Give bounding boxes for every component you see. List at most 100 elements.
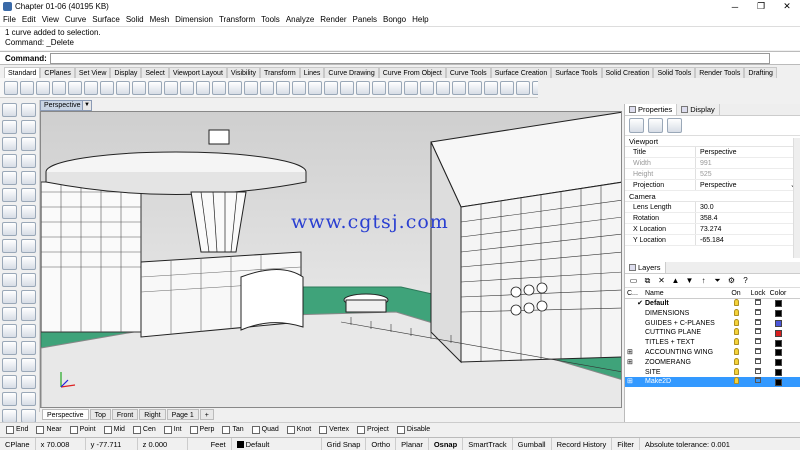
tab-curve-from-object[interactable]: Curve From Object — [378, 67, 446, 78]
mirror-icon[interactable] — [21, 341, 36, 355]
save-icon[interactable] — [36, 80, 50, 95]
menu-view[interactable]: View — [42, 15, 59, 24]
checkbox[interactable] — [6, 425, 14, 434]
tab-solid-tools[interactable]: Solid Tools — [653, 67, 696, 78]
osnap-cen[interactable]: Cen — [132, 425, 156, 434]
tab-properties[interactable]: Properties — [625, 104, 678, 115]
render-icon[interactable] — [667, 118, 682, 133]
circle-icon[interactable] — [2, 154, 17, 168]
render-sphere-icon[interactable] — [484, 80, 498, 95]
leader-icon[interactable] — [21, 375, 36, 389]
layer-lock-toggle[interactable] — [747, 328, 769, 338]
tab-select[interactable]: Select — [141, 67, 169, 78]
section-camera[interactable]: Camera — [625, 191, 800, 202]
chevron-down-icon[interactable]: ▼ — [82, 101, 91, 110]
sun-icon[interactable] — [516, 80, 530, 95]
tab-cplanes[interactable]: CPlanes — [40, 67, 75, 78]
tab-curve-drawing[interactable]: Curve Drawing — [324, 67, 379, 78]
current-slot[interactable] — [635, 377, 645, 387]
layer-color[interactable] — [769, 377, 787, 387]
analyze-icon[interactable] — [21, 409, 36, 423]
checkbox[interactable] — [319, 425, 328, 434]
layer-lock-toggle[interactable] — [747, 367, 769, 378]
scale-icon[interactable] — [2, 341, 17, 355]
toggle-grid-snap[interactable]: Grid Snap — [322, 437, 367, 450]
freeform-icon[interactable] — [21, 137, 36, 151]
toggle-osnap[interactable]: Osnap — [429, 437, 464, 450]
tab-surface-creation[interactable]: Surface Creation — [490, 67, 552, 78]
menu-tools[interactable]: Tools — [261, 15, 280, 24]
layer-color[interactable] — [769, 348, 787, 358]
boolean-union-icon[interactable] — [2, 239, 17, 253]
new-layer-icon[interactable]: ▭ — [628, 275, 639, 286]
layer-on-toggle[interactable] — [725, 299, 747, 309]
layer-on-toggle[interactable] — [725, 347, 747, 358]
prop-value[interactable]: 358.4 — [695, 213, 800, 223]
zoom-extents-icon[interactable] — [228, 80, 242, 95]
move-icon[interactable] — [21, 307, 36, 321]
prop-value[interactable]: -65.184 — [695, 235, 800, 245]
tab-lines[interactable]: Lines — [299, 67, 325, 78]
properties-scrollbar[interactable] — [793, 138, 800, 258]
layer-icon[interactable] — [340, 80, 354, 95]
current-slot[interactable] — [635, 328, 645, 338]
layer-lock-toggle[interactable] — [747, 357, 769, 368]
checkbox[interactable] — [396, 425, 405, 434]
layer-row-make2d[interactable]: ⊞ Make2D — [625, 377, 800, 388]
perspective-viewport[interactable]: www.cgtsj.com — [40, 111, 622, 408]
tab-display[interactable]: Display — [677, 104, 720, 115]
checkbox[interactable] — [103, 425, 112, 434]
layer-lock-toggle[interactable] — [747, 338, 769, 348]
current-layer[interactable]: Default — [232, 437, 322, 450]
checkbox[interactable] — [357, 425, 366, 434]
paste-icon[interactable] — [116, 80, 130, 95]
copy-icon[interactable] — [2, 324, 17, 338]
layer-lock-toggle[interactable] — [747, 347, 769, 358]
close-icon[interactable]: ✕ — [774, 0, 800, 13]
osnap-disable[interactable]: Disable — [396, 425, 430, 434]
prop-value[interactable]: 73.274 — [695, 224, 800, 234]
units-label[interactable]: Feet — [188, 437, 232, 450]
tab-solid-creation[interactable]: Solid Creation — [601, 67, 654, 78]
tab-surface-tools[interactable]: Surface Tools — [551, 67, 602, 78]
help-icon[interactable]: ? — [740, 275, 751, 286]
expand-icon[interactable] — [625, 299, 635, 309]
gear-icon[interactable] — [532, 80, 538, 95]
current-slot[interactable] — [635, 358, 645, 368]
tab-render-tools[interactable]: Render Tools — [695, 67, 745, 78]
osnap-project[interactable]: Project — [357, 425, 389, 434]
arrow-down-icon[interactable]: ▼ — [684, 275, 695, 286]
grid-icon[interactable] — [292, 80, 306, 95]
checkbox[interactable] — [36, 425, 45, 434]
layer-color[interactable] — [769, 358, 787, 368]
toggle-ortho[interactable]: Ortho — [366, 437, 397, 450]
group-icon[interactable] — [2, 409, 17, 423]
expand-icon[interactable] — [625, 328, 635, 338]
col-on[interactable]: On — [725, 288, 747, 298]
toggle-gumball[interactable]: Gumball — [513, 437, 552, 450]
viewport-tab-right[interactable]: Right — [139, 409, 166, 420]
menu-dimension[interactable]: Dimension — [175, 15, 213, 24]
tab-drafting[interactable]: Drafting — [744, 67, 777, 78]
layer-color[interactable] — [769, 319, 787, 329]
layer-lock-toggle[interactable] — [747, 318, 769, 329]
layer-row-default[interactable]: ✔ Default — [625, 299, 800, 309]
add-layout-button[interactable]: + — [199, 409, 214, 420]
align-icon[interactable] — [21, 358, 36, 372]
toggle-smarttrack[interactable]: SmartTrack — [463, 437, 513, 450]
maximize-icon[interactable]: ❐ — [748, 0, 774, 13]
curve-icon[interactable] — [2, 137, 17, 151]
trim-icon[interactable] — [21, 273, 36, 287]
cut-icon[interactable] — [84, 80, 98, 95]
current-slot[interactable] — [635, 368, 645, 378]
layer-on-toggle[interactable] — [725, 308, 747, 319]
toggle-filter[interactable]: Filter — [612, 437, 640, 450]
object-props-icon[interactable] — [356, 80, 370, 95]
open-icon[interactable] — [20, 80, 34, 95]
copy-icon[interactable] — [100, 80, 114, 95]
osnap-point[interactable]: Point — [69, 425, 96, 434]
select-arrow-icon[interactable] — [2, 103, 17, 117]
layer-row-zoomerang[interactable]: ⊞ ZOOMERANG — [625, 357, 800, 368]
layer-lock-toggle[interactable] — [747, 377, 769, 387]
cplane-label[interactable]: CPlane — [0, 437, 36, 450]
